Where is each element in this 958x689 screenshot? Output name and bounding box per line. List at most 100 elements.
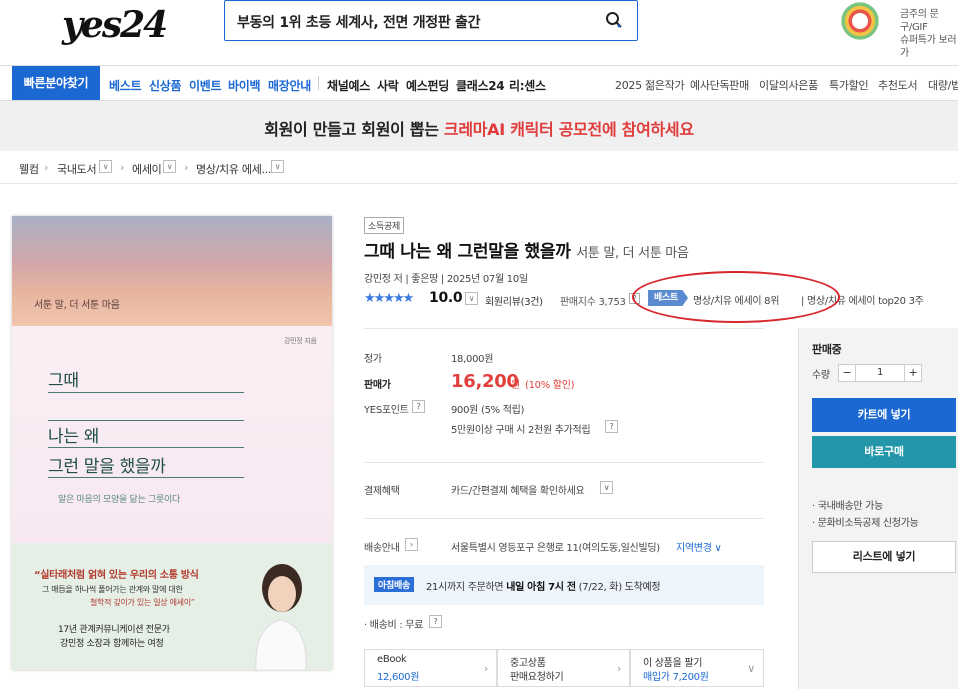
nav-buyback[interactable]: 바이백 — [228, 77, 261, 94]
quantity-label: 수량 — [812, 370, 830, 381]
cover-quote: “실타래처럼 얽혀 있는 우리의 소통 방식 — [34, 570, 199, 581]
cover-rule — [48, 477, 244, 478]
help-icon[interactable]: ? — [605, 420, 618, 433]
search-query-text: 부동의 1위 초등 세계사, 전면 개정판 출간 — [237, 15, 481, 31]
yes-point-value: 900원 (5% 적립) — [451, 405, 525, 416]
breadcrumb-meditation[interactable]: 명상/치유 에세... — [196, 161, 271, 177]
nav-license[interactable]: 리:센스 — [509, 77, 546, 94]
cover-rule — [48, 420, 244, 421]
morning-delivery-badge: 아침배송 — [374, 577, 414, 592]
promo-text[interactable]: 금주의 문구/GIF 슈퍼특가 보러가 — [900, 8, 958, 60]
ebook-tile[interactable]: eBook 12,600원 › — [364, 649, 497, 687]
promo-image[interactable] — [830, 2, 890, 40]
highlight-circle — [632, 271, 840, 323]
product-title: 그때 나는 왜 그런말을 했을까 서툰 말, 더 서툰 마음 — [364, 242, 689, 262]
quantity-increase-button[interactable]: + — [904, 364, 922, 382]
help-icon[interactable]: ? — [429, 615, 442, 628]
cover-rule — [48, 447, 244, 448]
buy-now-button[interactable]: 바로구매 — [812, 436, 956, 468]
culture-deduction-note: · 문화비소득공제 신청가능 — [812, 518, 919, 529]
sale-price-label: 판매가 — [364, 380, 391, 391]
chevron-down-icon[interactable]: ∨ — [99, 160, 112, 173]
cover-title-line3: 그런 말을 했을까 — [48, 457, 166, 477]
product-meta[interactable]: 강민정 저 | 좋은땅 | 2025년 07월 10일 — [364, 270, 528, 285]
cover-rule — [48, 392, 244, 393]
chevron-down-icon[interactable]: ∨ — [163, 160, 176, 173]
payment-value[interactable]: 카드/간편결제 혜택을 확인하세요 — [451, 482, 585, 497]
sale-status: 판매중 — [812, 343, 842, 356]
quick-category-button[interactable]: 빠른분야찾기 — [12, 66, 100, 100]
nav-bulk[interactable]: 대량/법 — [928, 77, 958, 93]
shipping-address: 서울특별시 영등포구 은행로 11(여의도동,일신빌딩) — [451, 543, 660, 554]
help-icon[interactable]: ? — [412, 400, 425, 413]
banner-text[interactable]: 회원이 만들고 회원이 뽑는 크레마AI 캐릭터 공모전에 참여하세요 — [0, 116, 958, 140]
quantity-input[interactable]: 1 — [856, 364, 904, 382]
chevron-down-icon[interactable]: ∨ — [600, 481, 613, 494]
author-photo — [255, 564, 307, 670]
search-input[interactable]: 부동의 1위 초등 세계사, 전면 개정판 출간 — [224, 0, 638, 41]
breadcrumb-domestic[interactable]: 국내도서 — [57, 161, 97, 177]
nav-gift[interactable]: 이달의사은품 — [759, 77, 818, 93]
nav-exclusive[interactable]: 예사단독판매 — [690, 77, 749, 93]
search-icon[interactable] — [605, 11, 623, 29]
nav-sarak[interactable]: 사락 — [377, 77, 399, 94]
cover-title-line2: 나는 왜 — [48, 427, 100, 447]
cover-quote: 강민정 소장과 함께하는 여정 — [60, 639, 164, 649]
shipping-note: · 국내배송만 가능 — [812, 501, 883, 512]
cover-subtitle: 서툰 말, 더 서툰 마음 — [34, 300, 120, 311]
nav-class24[interactable]: 클래스24 — [456, 77, 505, 94]
yes24-logo[interactable]: yes24 — [62, 4, 168, 46]
divider — [364, 518, 764, 519]
sale-price-value: 16,200 — [451, 371, 519, 392]
divider — [364, 462, 764, 463]
nav-event[interactable]: 이벤트 — [189, 77, 222, 94]
rating-score: 10.0 — [429, 290, 463, 306]
sell-tile[interactable]: 이 상품을 팔기 매입가 7,200원 ∨ — [630, 649, 764, 687]
nav-young-writer[interactable]: 2025 젊은작가 — [615, 77, 685, 93]
nav-best[interactable]: 베스트 — [109, 77, 142, 94]
nav-recommend[interactable]: 추천도서 — [878, 77, 918, 93]
sales-index: 판매지수 3,753 — [560, 297, 626, 308]
chevron-right-icon: › — [184, 161, 189, 174]
chevron-right-icon: › — [483, 662, 488, 675]
used-tile[interactable]: 중고상품 판매요청하기 › — [497, 649, 630, 687]
chevron-right-icon[interactable]: › — [405, 538, 418, 551]
review-count-link[interactable]: 회원리뷰(3건) — [485, 293, 543, 308]
nav-new[interactable]: 신상품 — [149, 77, 182, 94]
chevron-down-icon[interactable]: ∨ — [271, 160, 284, 173]
change-region-link[interactable]: 지역변경 ∨ — [676, 539, 722, 554]
list-price-value: 18,000원 — [451, 354, 494, 365]
shipping-fee: · 배송비 : 무료 — [364, 620, 424, 631]
chevron-right-icon: › — [44, 161, 49, 174]
yes-point-label: YES포인트 — [364, 405, 409, 416]
morning-delivery-text: 21시까지 주문하면 내일 아침 7시 전 (7/22, 화) 도착예정 — [426, 582, 661, 593]
chevron-right-icon: › — [616, 662, 621, 675]
discount-rate: (10% 할인) — [525, 380, 575, 391]
list-price-label: 정가 — [364, 354, 382, 365]
cover-tagline: 말은 마음의 모양을 닮는 그릇이다 — [58, 495, 180, 505]
nav-funding[interactable]: 예스펀딩 — [406, 77, 449, 94]
nav-channel-yes[interactable]: 채널예스 — [327, 77, 370, 94]
tax-deduction-tag: 소득공제 — [364, 217, 404, 234]
chevron-down-icon[interactable]: ∨ — [465, 292, 478, 305]
sale-price-unit: 원 — [511, 380, 520, 391]
add-to-cart-button[interactable]: 카트에 넣기 — [812, 398, 956, 432]
chevron-down-icon: ∨ — [747, 662, 755, 675]
add-to-list-button[interactable]: 리스트에 넣기 — [812, 541, 956, 573]
payment-label: 결제혜택 — [364, 486, 400, 497]
book-cover[interactable]: 서툰 말, 더 서툰 마음 강민정 지음 그때 나는 왜 그런 말을 했을까 말… — [12, 216, 332, 670]
nav-divider — [318, 76, 319, 90]
shipping-label: 배송안내 — [364, 543, 400, 554]
cover-quote: 그 매듭을 하나씩 풀어가는 관계와 말에 대한 — [42, 585, 183, 594]
cover-title-line1: 그때 — [48, 371, 79, 391]
nav-discount[interactable]: 특가할인 — [829, 77, 869, 93]
rating-stars: ★★★★★ — [364, 291, 414, 306]
breadcrumb-home[interactable]: 웰컴 — [19, 161, 39, 177]
breadcrumb-essay[interactable]: 에세이 — [132, 161, 162, 177]
nav-store[interactable]: 매장안내 — [268, 77, 311, 94]
cover-author: 강민정 지음 — [284, 337, 317, 345]
yes-point-extra: 5만원이상 구매 시 2천원 추가적립 — [451, 425, 591, 436]
quantity-decrease-button[interactable]: − — [838, 364, 856, 382]
cover-quote: 철학적 깊이가 있는 일상 에세이” — [90, 598, 195, 607]
cover-quote: 17년 관계커뮤니케이션 전문가 — [58, 625, 170, 635]
